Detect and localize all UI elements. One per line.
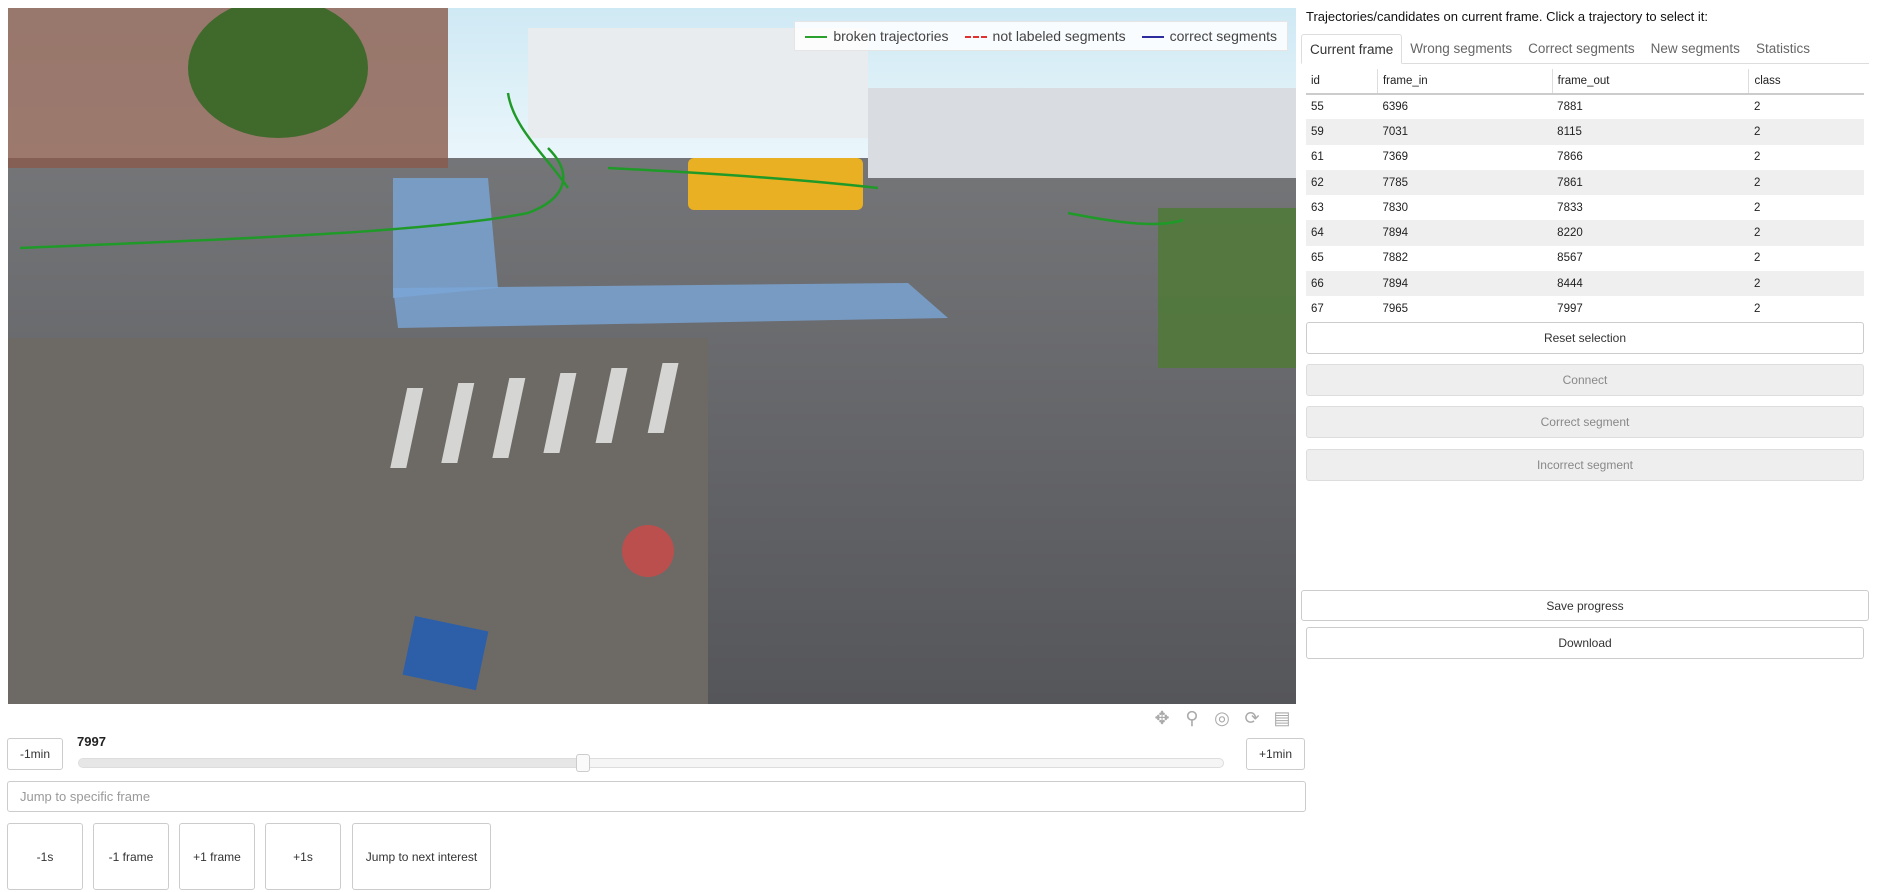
table-row[interactable]: 62 7785 7861 2 [1306, 169, 1864, 196]
table-cell: 8444 [1552, 271, 1749, 297]
column-header-frame_in[interactable]: frame_in [1376, 69, 1553, 95]
table-cell: 8220 [1552, 220, 1749, 246]
table-cell: 7369 [1382, 151, 1409, 164]
table-cell: 7894 [1377, 220, 1553, 246]
table-cell: 7882 [1382, 252, 1409, 265]
reset-icon[interactable]: ⟳ [1240, 708, 1264, 729]
table-cell: 2 [1748, 271, 1864, 297]
table-row[interactable]: 67 7965 7997 2 [1306, 296, 1864, 321]
table-cell: 7830 [1382, 201, 1409, 214]
plus-1s-button[interactable]: +1s [265, 823, 341, 890]
table-cell: 7997 [1557, 303, 1583, 316]
table-cell: 7866 [1557, 151, 1583, 164]
slider-fill [79, 759, 584, 767]
tab-correct-segments[interactable]: Correct segments [1520, 34, 1643, 63]
table-row[interactable]: 64 7894 8220 2 [1306, 220, 1864, 246]
table-cell: 63 [1311, 201, 1324, 214]
table-cell: 6396 [1382, 101, 1409, 114]
table-row[interactable]: 65 7882 8567 2 [1306, 246, 1864, 271]
legend-item-broken: broken trajectories [805, 28, 949, 44]
tab-new-segments[interactable]: New segments [1643, 34, 1748, 63]
table-cell: 2 [1753, 151, 1761, 164]
table-row[interactable]: 55 6396 7881 2 [1306, 94, 1864, 119]
table-cell: 61 [1311, 151, 1324, 164]
jump-frame-input[interactable]: Jump to specific frame [7, 781, 1306, 812]
table-cell: 7833 [1557, 201, 1583, 214]
table-cell: 7861 [1552, 169, 1749, 196]
legend-item-not-labeled: not labeled segments [964, 28, 1126, 44]
plot-legend: broken trajectories not labeled segments… [794, 21, 1288, 51]
tab-wrong-segments[interactable]: Wrong segments [1402, 34, 1520, 63]
plus-frame-button[interactable]: +1 frame [179, 823, 255, 890]
table-row[interactable]: 61 7369 7866 2 [1306, 145, 1864, 170]
minus-frame-button[interactable]: -1 frame [93, 823, 169, 890]
video-frame-plot[interactable]: broken trajectories not labeled segments… [8, 8, 1296, 704]
panel-title: Trajectories/candidates on current frame… [1306, 9, 1708, 24]
table-cell: 2 [1753, 101, 1761, 114]
frame-value: 7997 [77, 734, 106, 749]
table-cell: 2 [1748, 220, 1864, 246]
table-cell: 8567 [1557, 252, 1583, 265]
connect-button[interactable]: Connect [1306, 364, 1864, 396]
minus-1s-button[interactable]: -1s [7, 823, 83, 890]
table-cell: 62 [1306, 169, 1378, 196]
table-cell: 59 [1306, 119, 1378, 145]
table-cell: 7965 [1382, 303, 1409, 316]
table-row[interactable]: 59 7031 8115 2 [1306, 119, 1864, 145]
minus-1min-button[interactable]: -1min [7, 738, 63, 770]
trajectory-table: id frame_in frame_out class 55 6396 7881 2 59 70… [1306, 69, 1864, 322]
table-cell: 64 [1306, 220, 1378, 246]
save-progress-button[interactable]: Save progress [1301, 590, 1869, 621]
table-cell: 55 [1311, 101, 1324, 114]
incorrect-segment-button[interactable]: Incorrect segment [1306, 449, 1864, 481]
column-header-id[interactable]: id [1306, 69, 1378, 95]
table-cell: 7031 [1377, 119, 1553, 145]
plot-toolbar: ✥ ⚲ ◎ ⟳ ▤ [1150, 708, 1294, 729]
plus-1min-button[interactable]: +1min [1246, 738, 1305, 770]
table-cell: 65 [1311, 252, 1324, 265]
next-interest-button[interactable]: Jump to next interest [352, 823, 491, 890]
reset-selection-button[interactable]: Reset selection [1306, 322, 1864, 354]
column-header-class[interactable]: class [1748, 69, 1864, 95]
tab-statistics[interactable]: Statistics [1748, 34, 1818, 63]
hover-icon[interactable]: ▤ [1270, 708, 1294, 729]
table-cell: 7881 [1557, 101, 1583, 114]
pan-icon[interactable]: ✥ [1150, 708, 1174, 729]
correct-segment-button[interactable]: Correct segment [1306, 406, 1864, 438]
column-header-frame_out[interactable]: frame_out [1551, 69, 1749, 95]
legend-item-correct: correct segments [1141, 28, 1277, 44]
table-row[interactable]: 63 7830 7833 2 [1306, 195, 1864, 220]
table-cell: 67 [1311, 303, 1324, 316]
frame-slider[interactable] [78, 754, 1224, 772]
table-cell: 66 [1306, 271, 1378, 297]
table-cell: 2 [1753, 303, 1761, 316]
wheel-zoom-icon[interactable]: ◎ [1210, 708, 1234, 729]
tab-current-frame[interactable]: Current frame [1301, 34, 1403, 64]
tab-bar: Current frame Wrong segments Correct seg… [1301, 34, 1869, 64]
table-cell: 2 [1753, 201, 1761, 214]
box-zoom-icon[interactable]: ⚲ [1180, 708, 1204, 729]
table-cell: 8115 [1552, 119, 1749, 145]
street-scene [8, 8, 1296, 704]
table-cell: 2 [1748, 169, 1864, 196]
table-row[interactable]: 66 7894 8444 2 [1306, 271, 1864, 297]
slider-handle[interactable] [576, 754, 591, 772]
table-cell: 7785 [1377, 169, 1553, 196]
table-cell: 2 [1748, 119, 1864, 145]
download-button[interactable]: Download [1306, 627, 1864, 659]
table-cell: 7894 [1377, 271, 1553, 297]
table-cell: 2 [1753, 252, 1761, 265]
